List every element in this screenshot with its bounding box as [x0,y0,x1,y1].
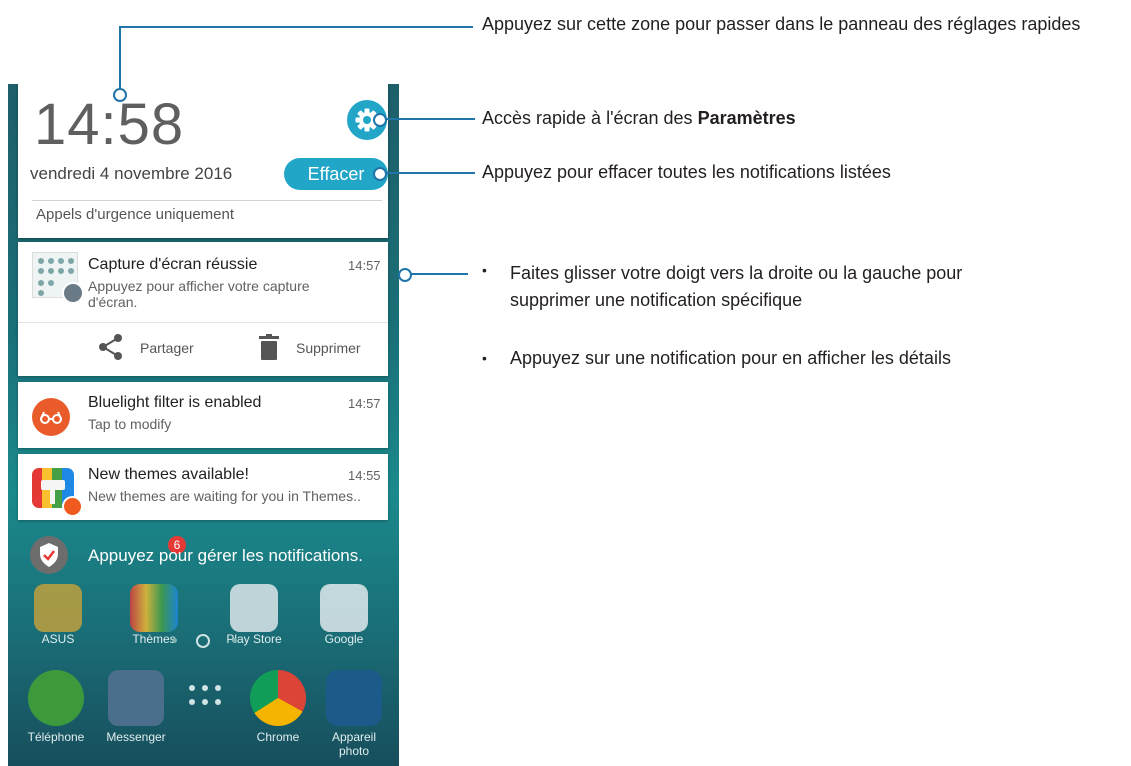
callout-quick-settings: Appuyez sur cette zone pour passer dans … [482,14,1081,34]
callout-settings-text: Accès rapide à l'écran des [482,108,693,128]
app-asus[interactable]: ASUS [26,584,90,646]
notification-themes[interactable]: New themes available! 14:55 New themes a… [18,454,388,520]
dock-chrome[interactable]: Chrome [240,670,316,744]
app-label: Appareil photo [331,730,377,758]
date-label: vendredi 4 novembre 2016 [30,164,233,183]
app-label: Google [324,632,364,646]
notification-time: 14:57 [348,396,381,411]
app-google[interactable]: Google [312,584,376,646]
phone-screen: ASUS Thèmes 6 Play Store Google Téléphon… [8,84,399,766]
dock-messenger[interactable]: Messenger [96,670,176,744]
callout-bullet-swipe: Faites glisser votre doigt vers la droit… [510,263,963,310]
app-themes[interactable]: Thèmes [122,584,186,646]
clock: 14:58 [34,92,185,157]
page-dot-current [196,634,210,648]
callout-line [119,26,121,94]
notification-text: Tap to modify [88,416,172,432]
callout-dot [113,88,127,102]
share-label: Partager [140,340,194,356]
notification-title: Capture d'écran réussie [88,256,258,273]
page-dot [232,638,237,643]
app-drawer-icon[interactable] [184,682,226,712]
callout-line [385,172,475,174]
callout-dot [398,268,412,282]
app-label: ASUS [41,632,75,646]
share-action-button[interactable]: Partager [98,330,208,366]
notification-text: Appuyez pour afficher votre capture d'éc… [88,278,310,310]
callout-line [385,118,475,120]
notification-screenshot[interactable]: Capture d'écran réussie 14:57 Appuyez po… [18,242,388,376]
callout-settings-bold: Paramètres [697,108,796,128]
trash-icon [259,334,279,360]
share-icon [99,334,122,360]
app-label: Messenger [106,730,166,744]
screenshot-badge-icon [62,282,84,304]
callout-dot [373,113,387,127]
notification-title: Bluelight filter is enabled [88,394,262,411]
delete-action-button[interactable]: Supprimer [258,330,378,366]
app-label: Téléphone [27,730,85,744]
notification-time: 14:57 [348,258,381,273]
app-play-store[interactable]: Play Store [218,584,290,646]
divider [18,322,388,323]
emergency-calls-label: Appels d'urgence uniquement [36,206,235,223]
callout-clear: Appuyez pour effacer toutes les notifica… [482,162,891,182]
shield-check-icon [30,536,68,574]
app-label: Chrome [256,730,300,744]
notification-title: New themes available! [88,466,249,483]
callout-bullet-tap: Appuyez sur une notification pour en aff… [510,348,951,368]
manage-notifications-label: Appuyez pour gérer les notifications. [88,546,363,565]
divider [32,200,382,201]
app-label: Play Store [226,632,282,646]
delete-label: Supprimer [296,340,361,356]
callout-line [410,273,468,275]
notification-bluelight[interactable]: Bluelight filter is enabled 14:57 Tap to… [18,382,388,448]
page-dot [172,638,177,643]
bluelight-glasses-icon [32,398,70,436]
quick-settings-header[interactable]: 14:58 vendredi 4 novembre 2016 Effacer A… [18,84,388,238]
manage-notifications-button[interactable]: Appuyez pour gérer les notifications. [30,536,396,576]
notification-text: New themes are waiting for you in Themes… [88,488,361,504]
bullet-marker: • [482,262,487,278]
dock-phone[interactable]: Téléphone [18,670,94,744]
bullet-marker: • [482,350,487,366]
themes-badge-icon [62,496,83,517]
callout-line [119,26,473,28]
callout-dot [373,167,387,181]
dock-camera[interactable]: Appareil photo [316,670,392,758]
notification-time: 14:55 [348,468,381,483]
callout-settings: Accès rapide à l'écran des Paramètres [482,108,796,129]
